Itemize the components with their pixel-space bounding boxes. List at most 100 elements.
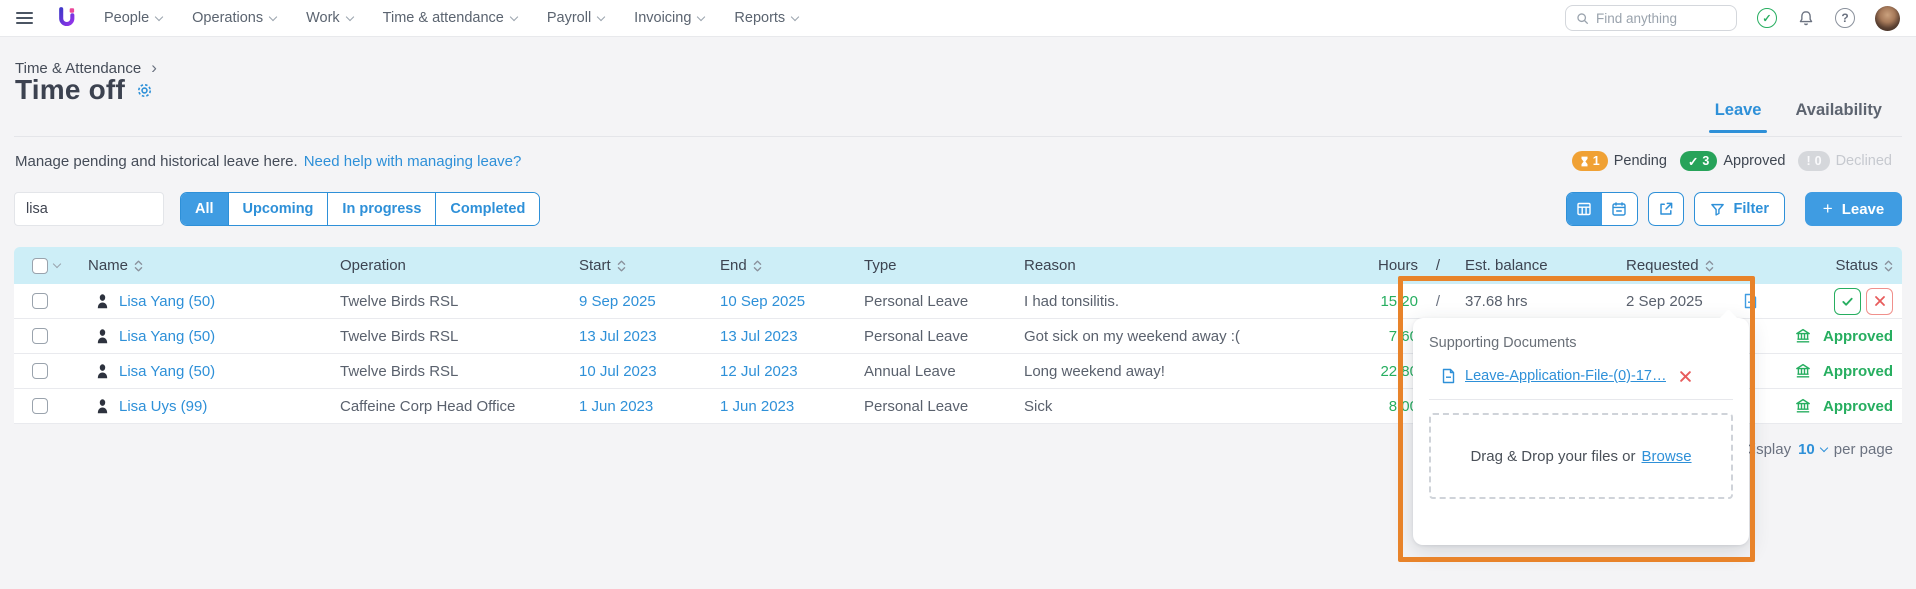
hamburger-menu-icon[interactable]	[16, 12, 33, 24]
user-avatar[interactable]	[1875, 6, 1900, 31]
notifications-bell-icon[interactable]	[1797, 9, 1815, 28]
tab-availability[interactable]: Availability	[1795, 101, 1882, 133]
col-header-end[interactable]: End	[720, 257, 864, 274]
row-select-cell	[14, 328, 88, 344]
hours-cell: 8.00	[1354, 398, 1418, 415]
person-icon	[95, 363, 110, 379]
search-icon	[1576, 12, 1589, 25]
nav-item-time-attendance[interactable]: Time & attendance	[383, 10, 517, 26]
nav-item-work[interactable]: Work	[306, 10, 353, 26]
status-check-icon[interactable]: ✓	[1757, 8, 1777, 28]
chevron-down-icon	[791, 12, 799, 20]
nav-item-reports[interactable]: Reports	[734, 10, 798, 26]
filter-button[interactable]: Filter	[1694, 192, 1785, 226]
chevron-down-icon	[510, 12, 518, 20]
document-icon	[1441, 368, 1456, 384]
sort-icon[interactable]	[617, 259, 626, 273]
employee-cell: Lisa Uys (99)	[88, 398, 340, 415]
filter-in-progress[interactable]: In progress	[327, 193, 435, 225]
file-dropzone[interactable]: Drag & Drop your files or Browse	[1429, 413, 1733, 499]
employee-link[interactable]: Lisa Uys (99)	[119, 398, 207, 415]
calendar-view-button[interactable]	[1602, 193, 1637, 225]
employee-link[interactable]: Lisa Yang (50)	[119, 328, 215, 345]
approved-badge: ✓ 3 Approved	[1680, 151, 1786, 171]
nav-item-payroll[interactable]: Payroll	[547, 10, 604, 26]
attachment-icon[interactable]	[1743, 293, 1758, 309]
person-icon	[95, 398, 110, 414]
reason-cell: I had tonsilitis.	[1024, 293, 1354, 310]
filter-upcoming[interactable]: Upcoming	[228, 193, 328, 225]
col-header-label: Start	[579, 257, 611, 274]
calendar-view-icon	[1611, 201, 1627, 217]
nav-item-operations[interactable]: Operations	[192, 10, 276, 26]
filter-completed[interactable]: Completed	[435, 193, 539, 225]
requested-date: 2 Sep 2025	[1626, 293, 1703, 310]
global-search[interactable]	[1565, 5, 1737, 31]
col-header-label: Status	[1835, 257, 1878, 274]
col-header-label: /	[1436, 257, 1440, 274]
col-header-requested[interactable]: Requested	[1618, 257, 1778, 274]
start-date-cell: 1 Jun 2023	[579, 398, 720, 415]
chevron-down-icon	[697, 12, 705, 20]
status-label: Approved	[1823, 363, 1893, 380]
chevron-down-icon	[597, 12, 605, 20]
sort-icon[interactable]	[1884, 259, 1893, 273]
row-checkbox[interactable]	[32, 398, 48, 414]
status-cell: Approved	[1778, 328, 1902, 345]
export-button[interactable]	[1648, 192, 1684, 226]
col-header-est-balance: Est. balance	[1458, 257, 1618, 274]
per-page-label: per page	[1834, 441, 1893, 458]
employee-link[interactable]: Lisa Yang (50)	[119, 293, 215, 310]
col-header-operation: Operation	[340, 257, 579, 274]
start-date-cell: 9 Sep 2025	[579, 293, 720, 310]
status-cell: Approved	[1778, 398, 1902, 415]
settings-gear-icon[interactable]	[136, 82, 153, 99]
chevron-down-icon	[155, 12, 163, 20]
filter-all[interactable]: All	[181, 193, 228, 225]
nav-item-people[interactable]: People	[104, 10, 162, 26]
pagination: Display 10 per page	[1742, 441, 1893, 458]
col-header-start[interactable]: Start	[579, 257, 720, 274]
view-tabs: Leave Availability	[1715, 101, 1882, 133]
page-size-select[interactable]: 10	[1798, 441, 1827, 458]
bank-icon	[1795, 363, 1811, 379]
help-link[interactable]: Need help with managing leave?	[304, 153, 522, 170]
col-header-name[interactable]: Name	[88, 257, 340, 274]
decline-button[interactable]	[1866, 288, 1893, 315]
nav-item-label: Payroll	[547, 10, 591, 26]
sort-icon[interactable]	[1705, 259, 1714, 273]
tab-leave[interactable]: Leave	[1715, 101, 1762, 133]
row-checkbox[interactable]	[32, 363, 48, 379]
select-options-chevron-icon[interactable]	[53, 260, 61, 268]
operation-cell: Caffeine Corp Head Office	[340, 398, 579, 415]
row-checkbox[interactable]	[32, 328, 48, 344]
select-all-cell	[14, 258, 88, 274]
nav-item-invoicing[interactable]: Invoicing	[634, 10, 704, 26]
add-leave-button[interactable]: + Leave	[1805, 192, 1902, 226]
sort-icon[interactable]	[753, 259, 762, 273]
approve-button[interactable]	[1834, 288, 1861, 315]
pending-badge: 1 Pending	[1572, 151, 1667, 171]
hours-cell: 7.60	[1354, 328, 1418, 345]
hours-cell: 15.20	[1354, 293, 1418, 310]
topbar-right: ✓ ?	[1565, 5, 1900, 31]
col-header-status[interactable]: Status	[1778, 257, 1902, 274]
reason-cell: Long weekend away!	[1024, 363, 1354, 380]
sort-icon[interactable]	[134, 259, 143, 273]
select-all-checkbox[interactable]	[32, 258, 48, 274]
browse-files-link[interactable]: Browse	[1642, 448, 1692, 465]
table-search-input[interactable]	[14, 192, 164, 226]
page-subtitle: Manage pending and historical leave here…	[15, 153, 298, 170]
help-icon[interactable]: ?	[1835, 8, 1855, 28]
bank-icon	[1795, 398, 1811, 414]
remove-file-button[interactable]	[1679, 370, 1692, 383]
end-date-cell: 10 Sep 2025	[720, 293, 864, 310]
col-header-label: Operation	[340, 257, 406, 274]
row-checkbox[interactable]	[32, 293, 48, 309]
attached-file-link[interactable]: Leave-Application-File-(0)-17…	[1465, 368, 1666, 384]
employee-cell: Lisa Yang (50)	[88, 293, 340, 310]
col-header-type: Type	[864, 257, 1024, 274]
employee-link[interactable]: Lisa Yang (50)	[119, 363, 215, 380]
global-search-input[interactable]	[1596, 11, 1716, 26]
table-view-button[interactable]	[1567, 193, 1602, 225]
